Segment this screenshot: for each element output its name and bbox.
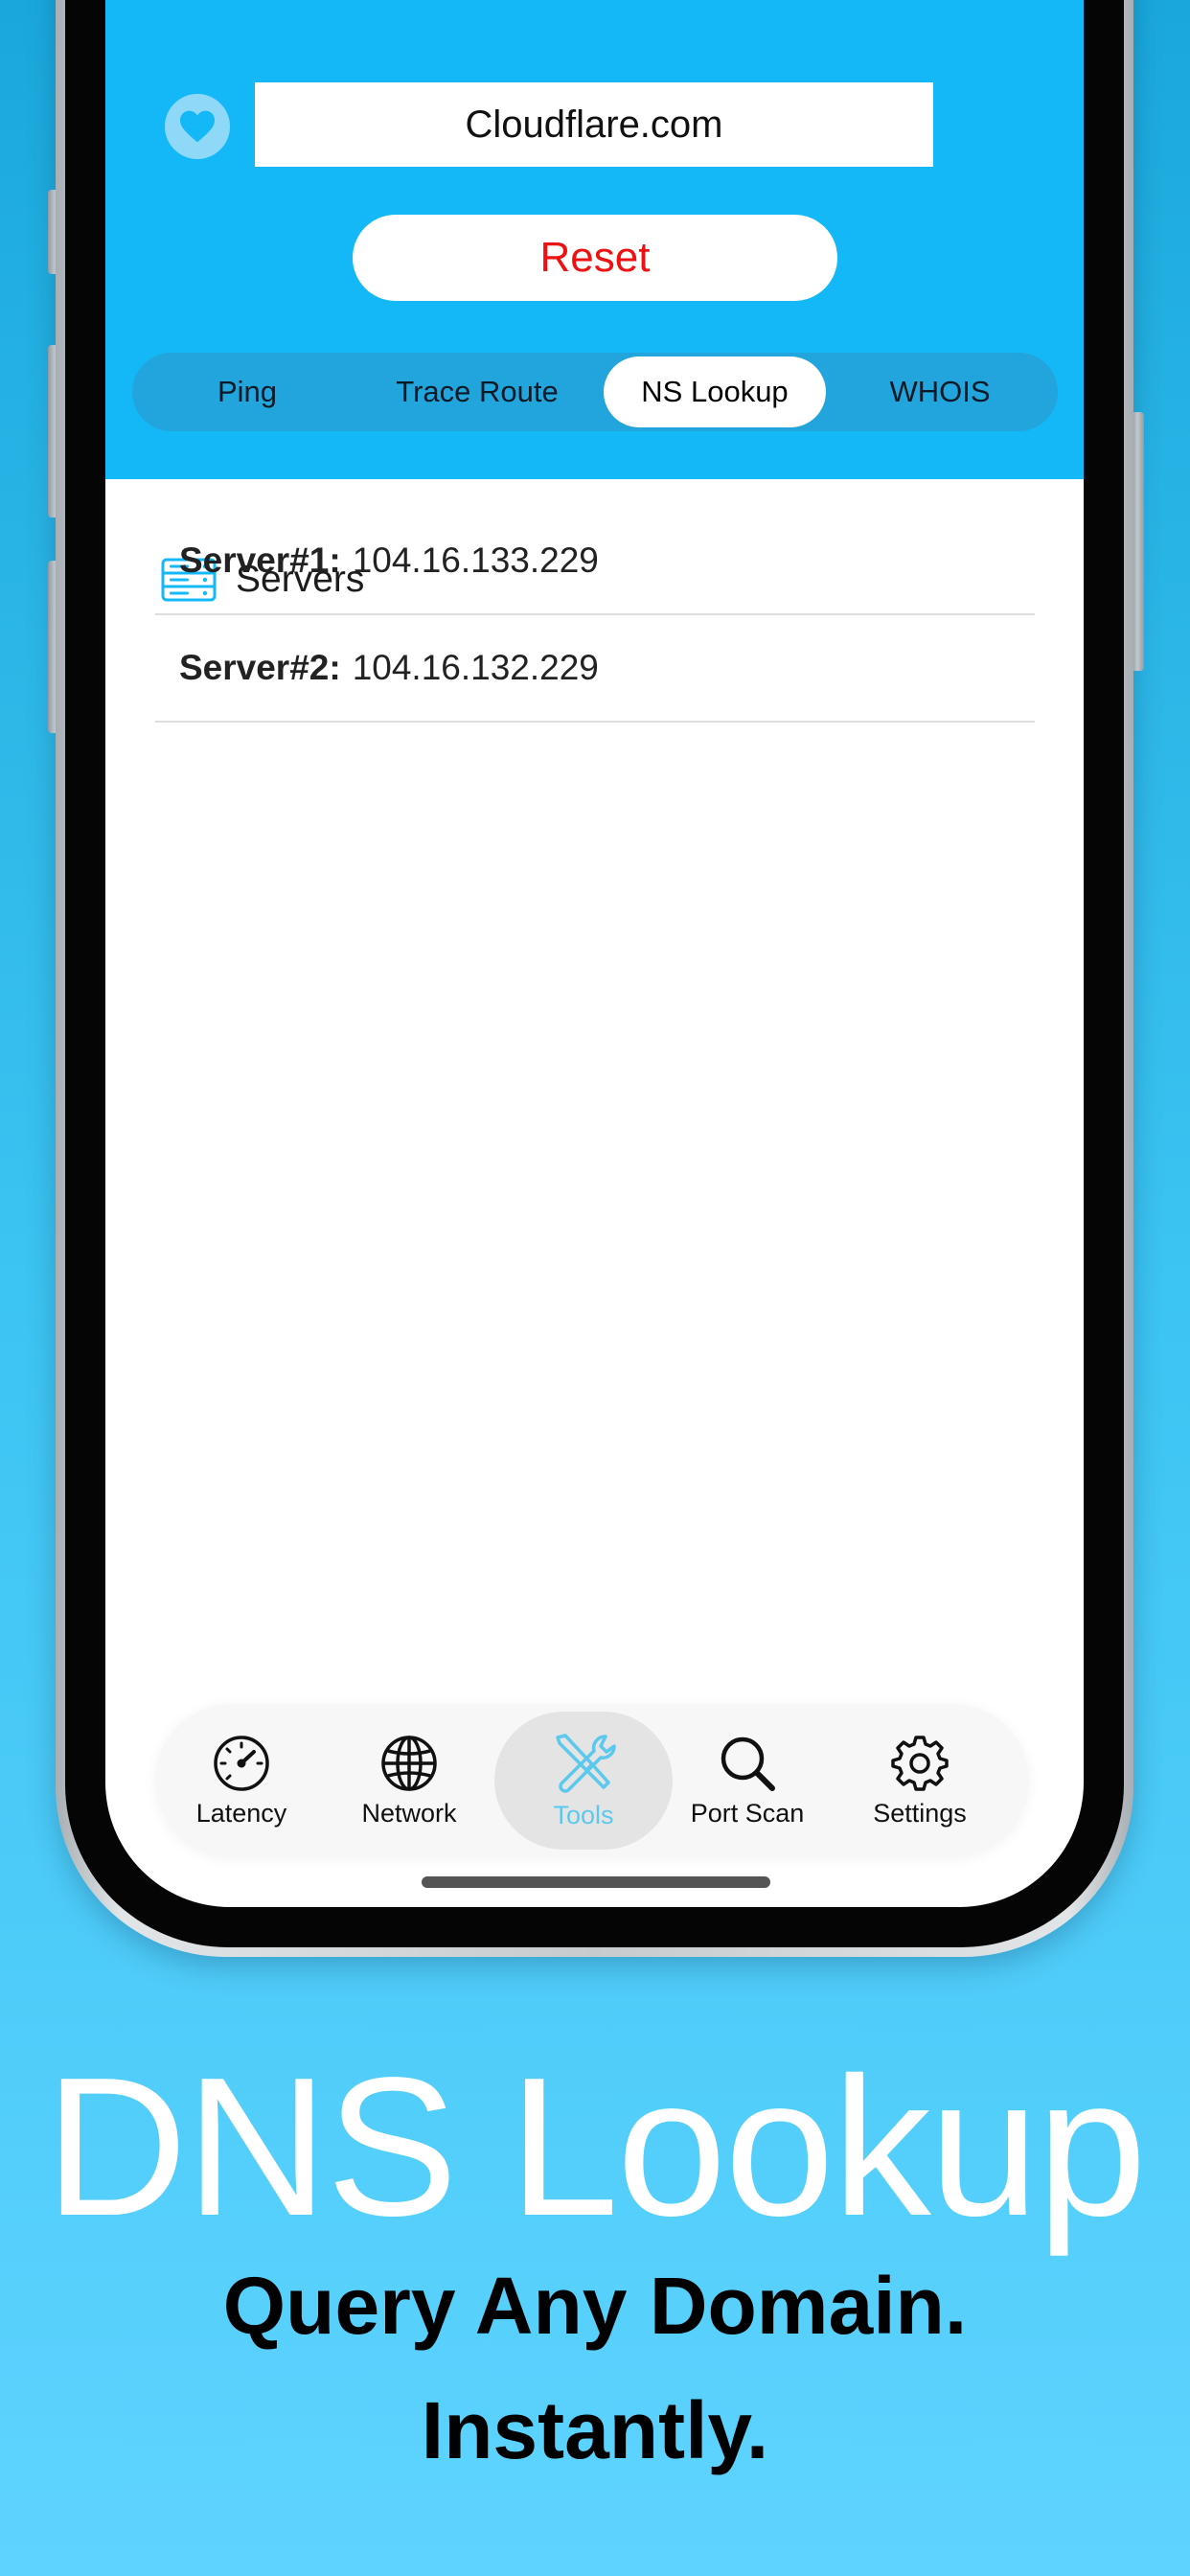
domain-input[interactable] (255, 82, 933, 167)
header-area: Reset Ping Trace Route NS Lookup WHOIS (105, 0, 1084, 479)
server-label: Server#1: (179, 540, 341, 580)
server-ip: 104.16.132.229 (352, 648, 599, 687)
home-indicator (422, 1876, 770, 1888)
heart-icon (180, 110, 215, 143)
speedometer-icon (214, 1735, 269, 1791)
tab-label: Port Scan (690, 1798, 805, 1828)
segment-ping[interactable]: Ping (142, 356, 353, 427)
gear-icon (891, 1735, 949, 1791)
globe-icon (381, 1735, 437, 1791)
tab-label: Latency (195, 1798, 287, 1828)
marketing-subline-1: Query Any Domain. (222, 2261, 968, 2351)
favorite-button[interactable] (165, 94, 230, 159)
server-label: Server#2: (179, 648, 341, 687)
tab-label: Settings (873, 1798, 967, 1828)
segment-ns-lookup[interactable]: NS Lookup (604, 356, 826, 427)
tab-network[interactable]: Network (325, 1712, 493, 1850)
magnifier-icon (721, 1736, 775, 1791)
marketing-headline: DNS Lookup (44, 2036, 1147, 2257)
tab-label: Network (361, 1798, 457, 1828)
tab-tools[interactable]: Tools (494, 1712, 673, 1850)
server-row: Server#1: 104.16.133.229 (155, 508, 1035, 615)
server-ip: 104.16.133.229 (352, 540, 599, 580)
segment-whois[interactable]: WHOIS (832, 356, 1048, 427)
tab-port-scan[interactable]: Port Scan (663, 1712, 832, 1850)
app-screen: Reset Ping Trace Route NS Lookup WHOIS S… (105, 0, 1084, 1907)
segment-trace-route[interactable]: Trace Route (357, 356, 597, 427)
server-row: Server#2: 104.16.132.229 (155, 615, 1035, 723)
marketing-subline-2: Instantly. (421, 2385, 769, 2475)
tab-label: Tools (553, 1800, 614, 1829)
reset-button[interactable]: Reset (353, 215, 837, 301)
tab-settings[interactable]: Settings (835, 1712, 1004, 1850)
bottom-tab-bar: Latency Network Tools Port Scan Settings (155, 1704, 1029, 1857)
tools-icon (556, 1733, 616, 1793)
tab-latency[interactable]: Latency (157, 1712, 326, 1850)
tool-segmented-control: Ping Trace Route NS Lookup WHOIS (132, 353, 1058, 431)
